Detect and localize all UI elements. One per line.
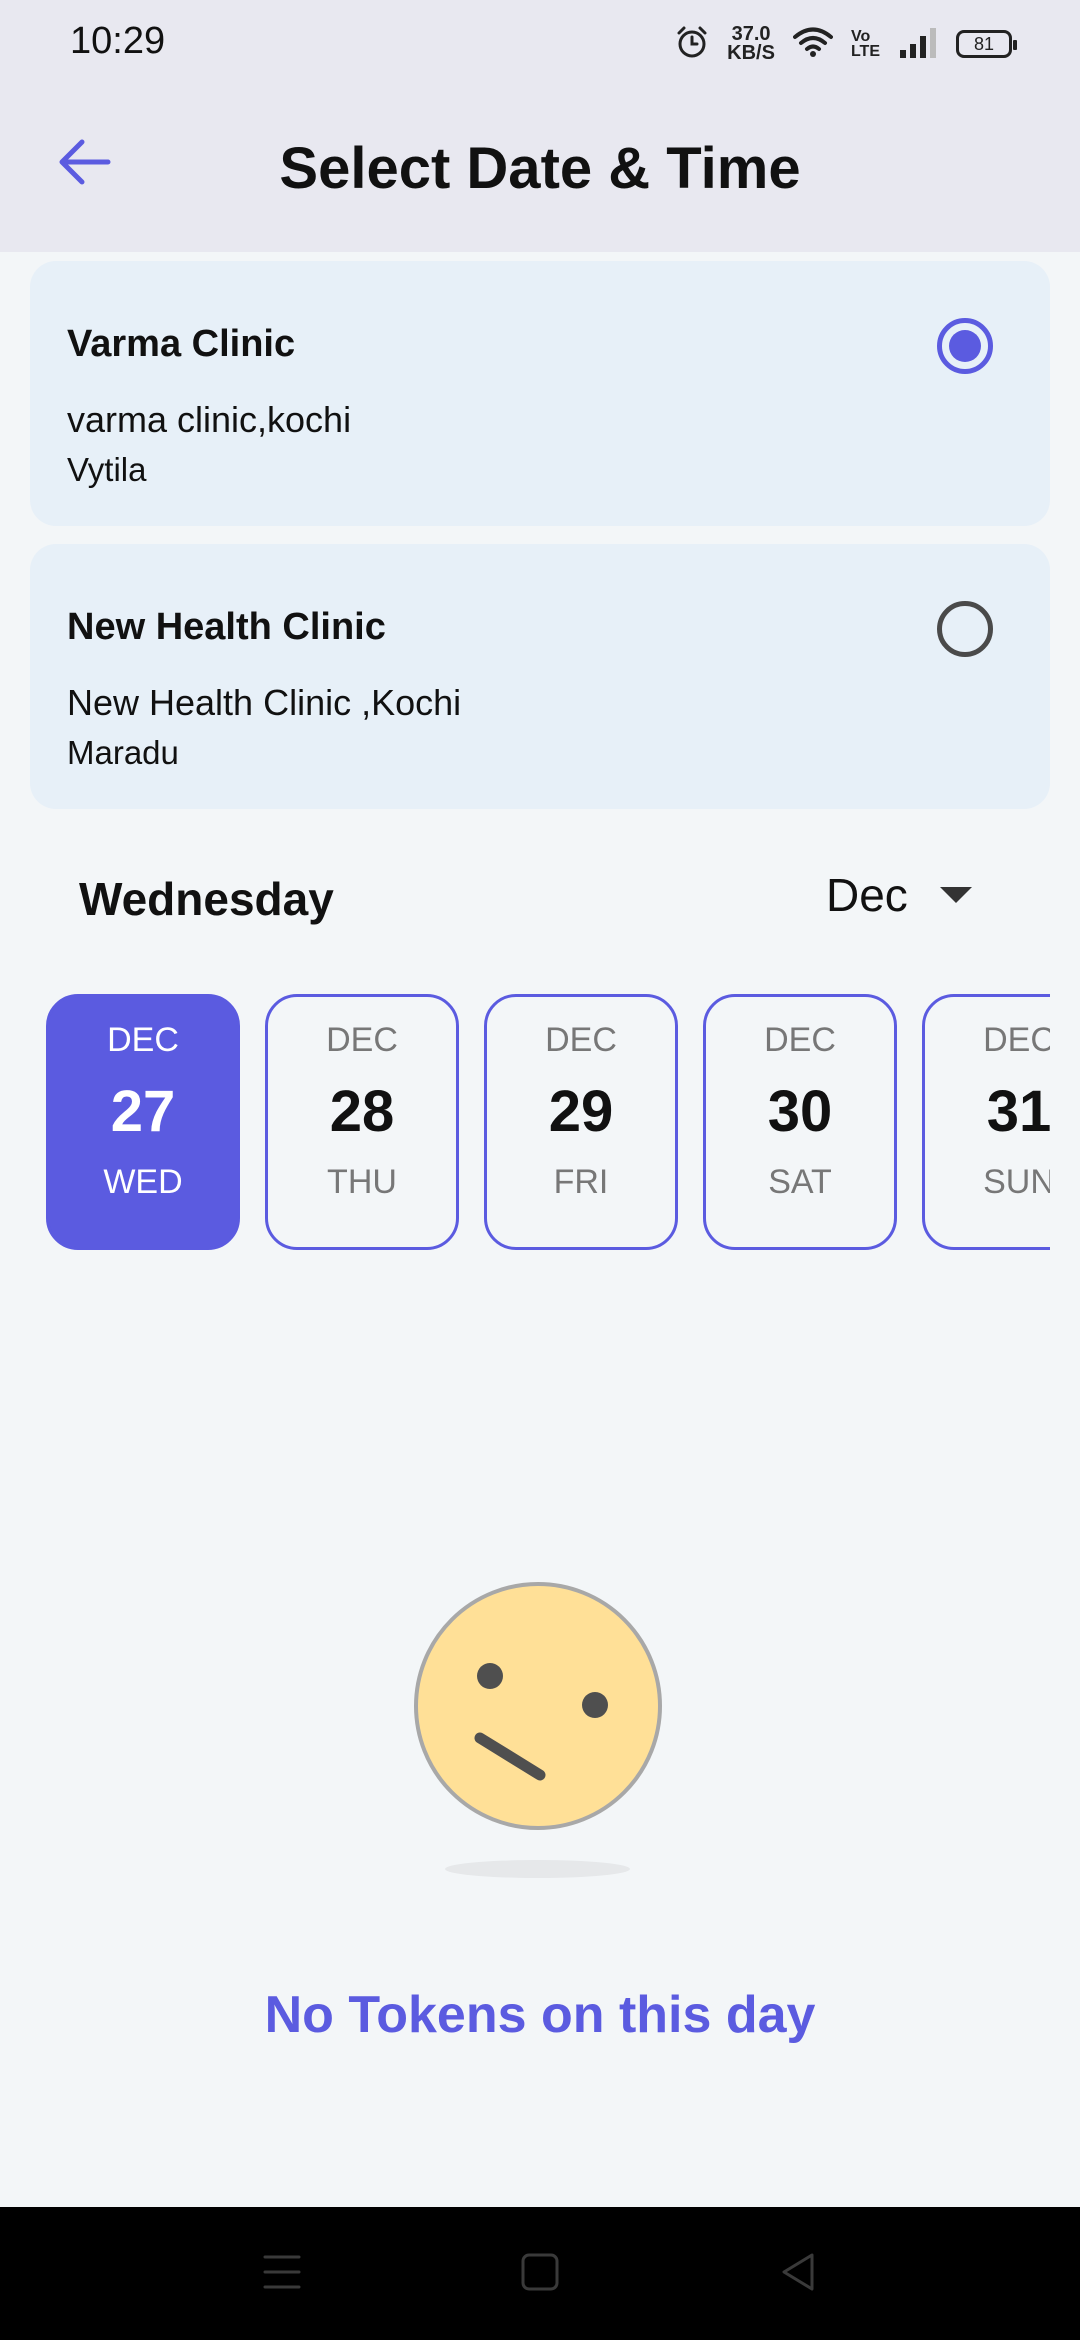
back-triangle-icon: [778, 2252, 818, 2297]
volte-top: Vo: [850, 28, 871, 45]
date-weekday: FRI: [553, 1163, 609, 1201]
clinic-area: Vytila: [67, 451, 147, 488]
date-chip[interactable]: DEC 31 SUN: [922, 994, 1050, 1250]
system-back-button[interactable]: [765, 2241, 831, 2307]
screen: 10:29 37.0 KB/S Vo LTE 81 Select Date & …: [0, 0, 1080, 2340]
battery-icon: 81: [956, 30, 1017, 58]
date-weekday: THU: [327, 1163, 397, 1201]
selected-day-label: Wednesday: [79, 873, 334, 925]
clinic-radio[interactable]: [937, 601, 993, 657]
date-chip[interactable]: DEC 28 THU: [265, 994, 459, 1250]
home-button[interactable]: [507, 2241, 573, 2307]
net-speed-unit: KB/S: [727, 42, 775, 64]
date-weekday: SUN: [983, 1163, 1050, 1201]
net-speed: 37.0 KB/S: [727, 24, 775, 64]
date-weekday: WED: [103, 1163, 183, 1201]
app-header: 10:29 37.0 KB/S Vo LTE 81 Select Date & …: [0, 0, 1080, 252]
clinic-area: Maradu: [67, 734, 179, 771]
signal-icon: [898, 26, 938, 63]
date-day: 29: [548, 1079, 614, 1144]
volte-icon: Vo LTE: [850, 28, 880, 60]
clinic-card-new-health[interactable]: New Health Clinic New Health Clinic ,Koc…: [30, 544, 1050, 809]
clinic-address: varma clinic,kochi: [67, 399, 352, 440]
date-month: DEC: [326, 1021, 398, 1059]
date-day: 27: [110, 1079, 176, 1144]
menu-icon: [262, 2252, 302, 2297]
chevron-down-icon: [939, 887, 972, 903]
system-nav-bar: [0, 2207, 1080, 2340]
month-dropdown[interactable]: Dec: [826, 868, 972, 922]
clinic-address: New Health Clinic ,Kochi: [67, 682, 462, 723]
clinic-name: New Health Clinic: [67, 606, 386, 648]
date-chip[interactable]: DEC 29 FRI: [484, 994, 678, 1250]
date-chip-selected[interactable]: DEC 27 WED: [46, 994, 240, 1250]
clinic-name: Varma Clinic: [67, 323, 296, 365]
wifi-icon: [792, 26, 833, 63]
recents-button[interactable]: [249, 2241, 315, 2307]
date-strip[interactable]: DEC 27 WED DEC 28 THU DEC 29 FRI DEC 30 …: [46, 994, 1050, 1250]
page-title: Select Date & Time: [279, 136, 801, 201]
date-weekday: SAT: [768, 1163, 832, 1201]
date-chip[interactable]: DEC 30 SAT: [703, 994, 897, 1250]
clinic-radio-selected[interactable]: [937, 318, 993, 374]
home-icon: [520, 2252, 560, 2297]
volte-bottom: LTE: [850, 43, 880, 60]
alarm-icon: [675, 25, 709, 64]
date-month: DEC: [983, 1021, 1050, 1059]
month-value: Dec: [826, 869, 908, 921]
date-month: DEC: [545, 1021, 617, 1059]
date-day: 30: [767, 1079, 833, 1144]
emoji-shadow: [445, 1860, 630, 1878]
date-day: 31: [986, 1079, 1050, 1144]
status-icons: 37.0 KB/S Vo LTE 81: [675, 22, 1017, 66]
date-row: DEC 27 WED DEC 28 THU DEC 29 FRI DEC 30 …: [46, 994, 1050, 1250]
confused-face-icon: [412, 1580, 664, 1832]
battery-level: 81: [973, 33, 995, 54]
status-time: 10:29: [70, 20, 166, 62]
radio-dot: [949, 330, 981, 362]
date-day: 28: [329, 1079, 395, 1144]
date-month: DEC: [107, 1021, 179, 1059]
empty-state-message: No Tokens on this day: [264, 1986, 816, 2044]
clinic-card-varma[interactable]: Varma Clinic varma clinic,kochi Vytila: [30, 261, 1050, 526]
date-month: DEC: [764, 1021, 836, 1059]
